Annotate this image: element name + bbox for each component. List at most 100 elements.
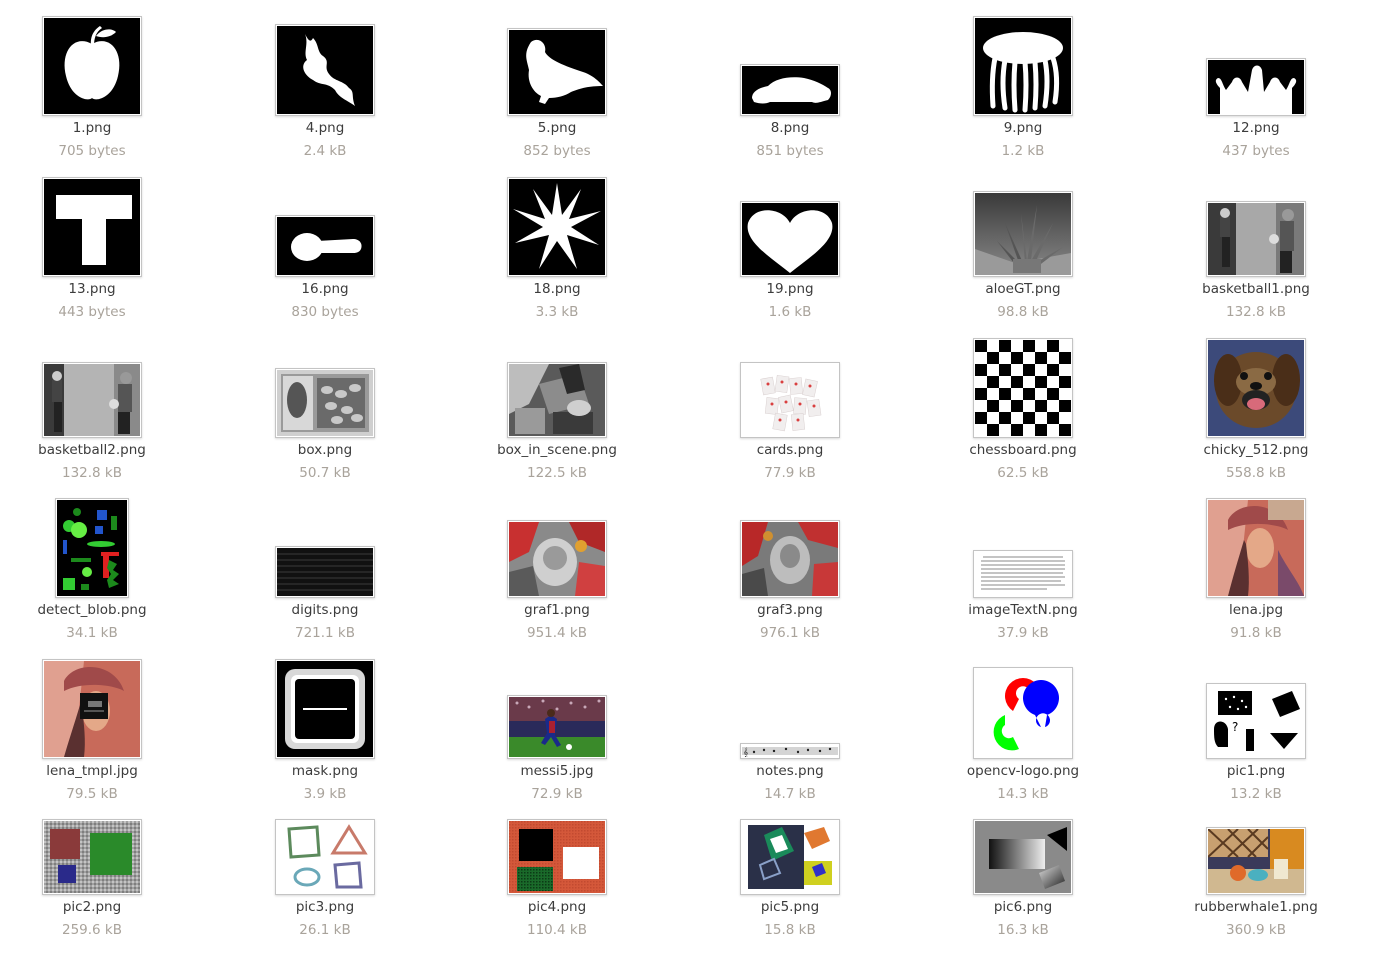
file-name: 4.png [305,120,345,136]
file-item-aloegt-png[interactable]: aloeGT.png 98.8 kB [907,169,1139,327]
graffiti-icon [740,520,840,598]
file-size: 110.4 kB [526,922,588,938]
file-size: 132.8 kB [1225,304,1287,320]
crown-silhouette-icon [1206,58,1306,116]
file-item-pic4-png[interactable]: pic4.png 110.4 kB [441,787,673,945]
file-item-graf3-png[interactable]: graf3.png 976.1 kB [674,490,906,648]
bat-silhouette-icon [275,24,375,116]
file-item-8-png[interactable]: 8.png 851 bytes [674,8,906,166]
file-size: 976.1 kB [759,625,821,641]
file-item-digits-png[interactable]: digits.png 721.1 kB [209,490,441,648]
file-item-detect-blob-png[interactable]: detect_blob.png 34.1 kB [0,490,208,648]
file-item-graf1-png[interactable]: graf1.png 951.4 kB [441,490,673,648]
shapes-black-icon: ? [1206,683,1306,759]
file-name: detect_blob.png [37,602,147,618]
file-item-cards-png[interactable]: cards.png 77.9 kB [674,330,906,488]
file-size: 91.8 kB [1230,625,1282,641]
file-item-1-png[interactable]: 1.png 705 bytes [0,8,208,166]
file-size: 558.8 kB [1225,465,1287,481]
file-item-box-png[interactable]: box.png 50.7 kB [209,330,441,488]
file-size: 98.8 kB [997,304,1049,320]
file-name: graf1.png [524,602,590,618]
file-item-opencv-logo-png[interactable]: opencv-logo.png 14.3 kB [907,651,1139,809]
file-name: box_in_scene.png [497,442,617,458]
file-item-chessboard-png[interactable]: chessboard.png 62.5 kB [907,330,1139,488]
rubberwhale-photo-icon [1206,827,1306,895]
file-name: pic5.png [760,899,820,915]
file-name: 19.png [766,281,814,297]
file-name: notes.png [756,763,824,779]
file-item-pic3-png[interactable]: pic3.png 26.1 kB [209,787,441,945]
jellyfish-silhouette-icon [973,16,1073,116]
noisy-squares-icon [42,819,142,895]
chessboard-icon [973,338,1073,438]
file-item-notes-png[interactable]: 𝄞 notes.png 14.7 kB [674,651,906,809]
file-name: basketball1.png [1202,281,1310,297]
file-item-mask-png[interactable]: mask.png 3.9 kB [209,651,441,809]
file-name: 18.png [533,281,581,297]
file-size: 132.8 kB [61,465,123,481]
file-size: 122.5 kB [526,465,588,481]
file-item-12-png[interactable]: 12.png 437 bytes [1140,8,1372,166]
file-name: digits.png [291,602,359,618]
file-item-basketball2-png[interactable]: basketball2.png 132.8 kB [0,330,208,488]
scene-photo-icon [507,362,607,438]
file-size: 62.5 kB [997,465,1049,481]
file-size: 15.8 kB [764,922,816,938]
file-item-pic5-png[interactable]: pic5.png 15.8 kB [674,787,906,945]
file-item-5-png[interactable]: 5.png 852 bytes [441,8,673,166]
file-name: lena.jpg [1228,602,1284,618]
file-name: rubberwhale1.png [1194,899,1318,915]
file-size: 360.9 kB [1225,922,1287,938]
file-item-pic1-png[interactable]: ? pic1.png 13.2 kB [1140,651,1372,809]
file-item-13-png[interactable]: 13.png 443 bytes [0,169,208,327]
file-item-lena-jpg[interactable]: lena.jpg 91.8 kB [1140,490,1372,648]
text-document-icon [973,550,1073,598]
file-item-pic2-png[interactable]: pic2.png 259.6 kB [0,787,208,945]
file-size: 3.3 kB [535,304,579,320]
file-name: imageTextN.png [968,602,1078,618]
file-size: 705 bytes [58,143,126,159]
dog-photo-icon [1206,338,1306,438]
file-name: cards.png [756,442,824,458]
file-size: 852 bytes [523,143,591,159]
file-size: 16.3 kB [997,922,1049,938]
file-size: 951.4 kB [526,625,588,641]
file-item-pic6-png[interactable]: pic6.png 16.3 kB [907,787,1139,945]
digits-strip-icon [275,546,375,598]
file-size: 2.4 kB [303,143,347,159]
file-item-messi5-jpg[interactable]: messi5.jpg 72.9 kB [441,651,673,809]
file-item-imagetextn-png[interactable]: imageTextN.png 37.9 kB [907,490,1139,648]
music-notes-icon: 𝄞 [740,743,840,759]
blobs-icon [55,498,129,598]
file-item-lena-tmpl-jpg[interactable]: lena_tmpl.jpg 79.5 kB [0,651,208,809]
file-item-18-png[interactable]: 18.png 3.3 kB [441,169,673,327]
file-name: graf3.png [757,602,823,618]
file-item-9-png[interactable]: 9.png 1.2 kB [907,8,1139,166]
key-silhouette-icon [275,215,375,277]
file-item-4-png[interactable]: 4.png 2.4 kB [209,8,441,166]
car-silhouette-icon [740,64,840,116]
colored-shapes-icon [740,819,840,895]
file-item-rubberwhale1-png[interactable]: rubberwhale1.png 360.9 kB [1140,787,1372,945]
soccer-photo-icon [507,695,607,759]
file-name: 5.png [537,120,577,136]
file-name: box.png [297,442,353,458]
file-item-19-png[interactable]: 19.png 1.6 kB [674,169,906,327]
file-item-box-in-scene-png[interactable]: box_in_scene.png 122.5 kB [441,330,673,488]
file-name: basketball2.png [38,442,146,458]
heart-silhouette-icon [740,201,840,277]
file-size: 1.6 kB [768,304,812,320]
file-size: 721.1 kB [294,625,356,641]
file-name: aloeGT.png [985,281,1061,297]
textured-squares-icon [507,819,607,895]
bird-silhouette-icon [507,28,607,116]
basketball-photo-icon [42,362,142,438]
file-name: 1.png [72,120,112,136]
file-item-chicky-512-png[interactable]: chicky_512.png 558.8 kB [1140,330,1372,488]
file-item-16-png[interactable]: 16.png 830 bytes [209,169,441,327]
outline-shapes-icon [275,819,375,895]
file-item-basketball1-png[interactable]: basketball1.png 132.8 kB [1140,169,1372,327]
file-size: 50.7 kB [299,465,351,481]
file-name: pic4.png [527,899,587,915]
